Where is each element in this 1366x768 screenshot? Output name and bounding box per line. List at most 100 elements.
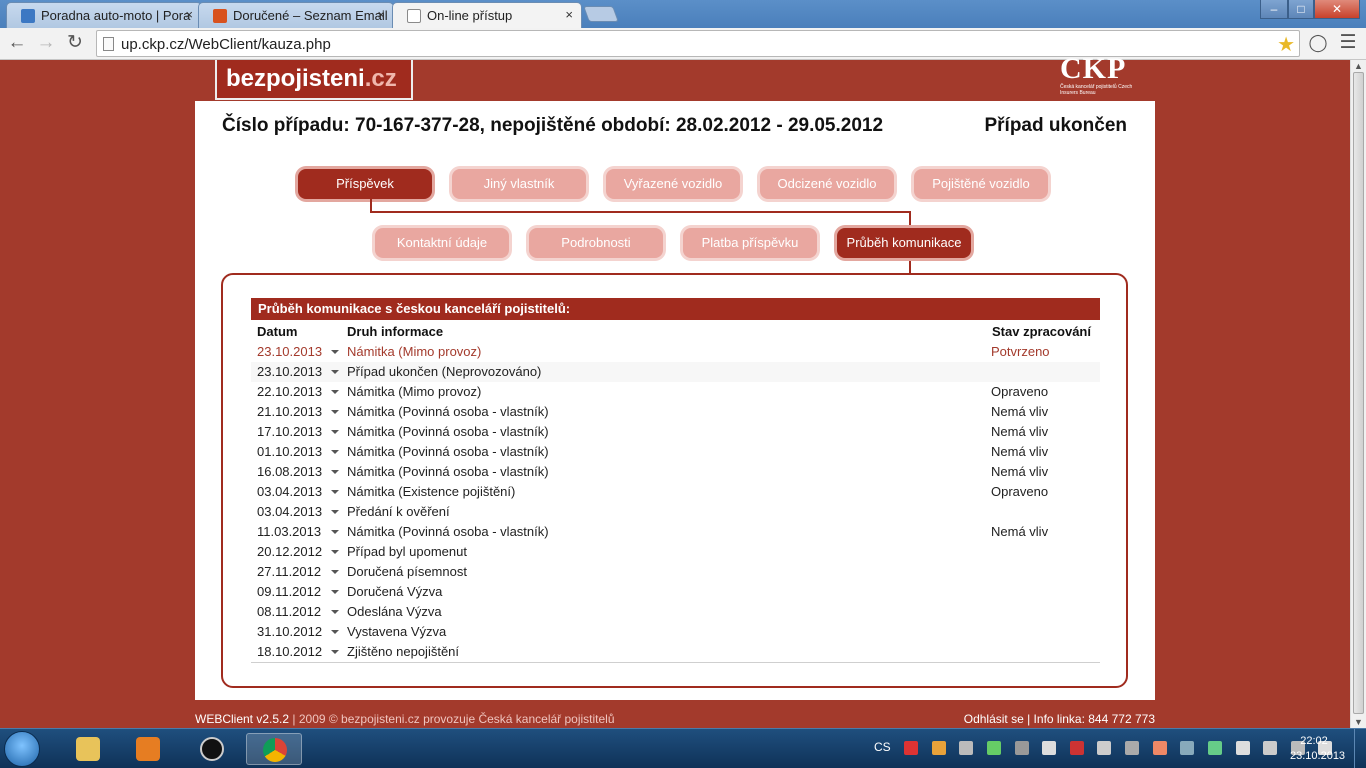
forward-arrow-icon[interactable]: → bbox=[34, 32, 58, 56]
browser-tab-poradna[interactable]: Poradna auto-moto | Pora × bbox=[6, 2, 202, 28]
expand-caret-icon[interactable] bbox=[331, 530, 339, 534]
bookmark-star-icon[interactable]: ★ bbox=[1277, 32, 1295, 57]
row-state: Nemá vliv bbox=[991, 404, 1049, 419]
tab-close-icon[interactable]: × bbox=[185, 7, 193, 22]
tab-podrobnosti[interactable]: Podrobnosti bbox=[529, 228, 663, 258]
row-type: Námitka (Povinná osoba - vlastník) bbox=[347, 424, 549, 439]
tab-platba-prispevku[interactable]: Platba příspěvku bbox=[683, 228, 817, 258]
browser-tab-email[interactable]: Doručené – Seznam Email × bbox=[198, 2, 394, 28]
table-row[interactable]: 22.10.2013 Námitka (Mimo provoz) Opraveno bbox=[251, 382, 1100, 402]
minimize-button[interactable]: ‒ bbox=[1260, 0, 1288, 19]
page-icon bbox=[103, 37, 114, 51]
media-player-icon bbox=[136, 737, 160, 761]
show-desktop-button[interactable] bbox=[1354, 729, 1366, 768]
expand-caret-icon[interactable] bbox=[331, 510, 339, 514]
table-row[interactable]: 21.10.2013 Námitka (Povinná osoba - vlast… bbox=[251, 402, 1100, 422]
table-row[interactable]: 20.12.2012 Případ byl upomenut bbox=[251, 542, 1100, 562]
table-row[interactable]: 23.10.2013 Námitka (Mimo provoz) Potvrzeno bbox=[251, 342, 1100, 362]
url-text[interactable]: up.ckp.cz/WebClient/kauza.php bbox=[121, 36, 331, 53]
taskbar-media-player[interactable] bbox=[120, 733, 176, 765]
scrollbar-thumb[interactable] bbox=[1353, 72, 1364, 714]
communication-panel: Průběh komunikace s českou kanceláří poj… bbox=[221, 273, 1128, 688]
taskbar-hp[interactable] bbox=[184, 733, 240, 765]
reload-icon[interactable]: ↻ bbox=[63, 32, 87, 56]
expand-caret-icon[interactable] bbox=[331, 410, 339, 414]
table-row[interactable]: 23.10.2013 Případ ukončen (Neprovozováno) bbox=[251, 362, 1100, 382]
row-date: 21.10.2013 bbox=[257, 404, 323, 419]
scroll-down-icon[interactable]: ▼ bbox=[1354, 717, 1363, 727]
tab-prispevek[interactable]: Příspěvek bbox=[298, 169, 432, 199]
vertical-scrollbar[interactable]: ▲ ▼ bbox=[1350, 60, 1366, 728]
network-icon[interactable] bbox=[986, 741, 1001, 755]
language-indicator[interactable]: CS bbox=[874, 740, 891, 754]
row-date: 11.03.2013 bbox=[257, 524, 322, 539]
hotline-text: | Info linka: 844 772 773 bbox=[1027, 712, 1155, 726]
table-row[interactable]: 18.10.2012 Zjištěno nepojištění bbox=[251, 642, 1100, 662]
tab-close-icon[interactable]: × bbox=[377, 7, 385, 22]
volume-icon[interactable] bbox=[1263, 741, 1278, 755]
table-row[interactable]: 17.10.2013 Námitka (Povinná osoba - vlast… bbox=[251, 422, 1100, 442]
expand-caret-icon[interactable] bbox=[331, 630, 339, 634]
new-tab-button[interactable] bbox=[583, 6, 619, 22]
start-button[interactable] bbox=[4, 731, 40, 767]
tray-app-icon[interactable] bbox=[1069, 741, 1084, 755]
acrobat-icon[interactable] bbox=[904, 741, 918, 755]
maximize-button[interactable]: □ bbox=[1288, 0, 1314, 19]
table-row[interactable]: 03.04.2013 Námitka (Existence pojištění) O… bbox=[251, 482, 1100, 502]
row-state: Nemá vliv bbox=[991, 464, 1049, 479]
expand-caret-icon[interactable] bbox=[331, 370, 339, 374]
menu-icon[interactable]: ☰ bbox=[1336, 32, 1360, 56]
expand-caret-icon[interactable] bbox=[331, 590, 339, 594]
expand-caret-icon[interactable] bbox=[331, 650, 339, 654]
table-row[interactable]: 16.08.2013 Námitka (Povinná osoba - vlast… bbox=[251, 462, 1100, 482]
tray-app-icon[interactable] bbox=[1125, 741, 1139, 755]
table-row[interactable]: 01.10.2013 Námitka (Povinná osoba - vlast… bbox=[251, 442, 1100, 462]
table-row[interactable]: 08.11.2012 Odeslána Výzva bbox=[251, 602, 1100, 622]
expand-caret-icon[interactable] bbox=[331, 350, 339, 354]
expand-caret-icon[interactable] bbox=[331, 390, 339, 394]
logout-link[interactable]: Odhlásit se bbox=[964, 712, 1024, 726]
expand-caret-icon[interactable] bbox=[331, 570, 339, 574]
expand-caret-icon[interactable] bbox=[331, 490, 339, 494]
browser-tab-strip: Poradna auto-moto | Pora × Doručené – Se… bbox=[0, 0, 1366, 28]
tab-jiny-vlastnik[interactable]: Jiný vlastník bbox=[452, 169, 586, 199]
extension-icon[interactable]: ◯ bbox=[1306, 32, 1330, 56]
flag-icon[interactable] bbox=[1235, 741, 1250, 755]
tray-app-icon[interactable] bbox=[931, 741, 946, 755]
site-logo[interactable]: bezpojisteni.cz bbox=[215, 60, 413, 100]
expand-caret-icon[interactable] bbox=[331, 450, 339, 454]
tab-pojistene-vozidlo[interactable]: Pojištěné vozidlo bbox=[914, 169, 1048, 199]
tray-app-icon[interactable] bbox=[959, 741, 974, 755]
expand-caret-icon[interactable] bbox=[331, 430, 339, 434]
table-row[interactable]: 31.10.2012 Vystavena Výzva bbox=[251, 622, 1100, 642]
table-row[interactable]: 09.11.2012 Doručená Výzva bbox=[251, 582, 1100, 602]
browser-toolbar: ← → ↻ up.ckp.cz/WebClient/kauza.php ★ ◯ … bbox=[0, 28, 1366, 60]
tab-vyrazene-vozidlo[interactable]: Vyřazené vozidlo bbox=[606, 169, 740, 199]
back-arrow-icon[interactable]: ← bbox=[5, 32, 29, 56]
tab-kontaktni-udaje[interactable]: Kontaktní údaje bbox=[375, 228, 509, 258]
taskbar-chrome[interactable] bbox=[246, 733, 302, 765]
browser-tab-online[interactable]: On-line přístup × bbox=[392, 2, 582, 28]
expand-caret-icon[interactable] bbox=[331, 610, 339, 614]
table-row[interactable]: 03.04.2013 Předání k ověření bbox=[251, 502, 1100, 522]
expand-caret-icon[interactable] bbox=[331, 550, 339, 554]
scroll-up-icon[interactable]: ▲ bbox=[1354, 61, 1363, 71]
bluetooth-icon[interactable] bbox=[1180, 741, 1195, 755]
tab-prubeh-komunikace[interactable]: Průběh komunikace bbox=[837, 228, 971, 258]
tab-odcizene-vozidlo[interactable]: Odcizené vozidlo bbox=[760, 169, 894, 199]
close-window-button[interactable]: ✕ bbox=[1314, 0, 1360, 19]
tray-app-icon[interactable] bbox=[1207, 741, 1222, 755]
clock[interactable]: 22:02 23.10.2013 bbox=[1290, 734, 1345, 764]
taskbar-explorer[interactable] bbox=[60, 733, 116, 765]
page-body: bezpojisteni.cz CKP Česká kancelář pojis… bbox=[0, 52, 1350, 728]
site-favicon-icon bbox=[21, 9, 35, 23]
tray-app-icon[interactable] bbox=[1042, 741, 1057, 755]
table-row[interactable]: 11.03.2013 Námitka (Povinná osoba - vlast… bbox=[251, 522, 1100, 542]
tray-app-icon[interactable] bbox=[1014, 741, 1029, 755]
expand-caret-icon[interactable] bbox=[331, 470, 339, 474]
tray-app-icon[interactable] bbox=[1152, 741, 1167, 755]
row-date: 03.04.2013 bbox=[257, 504, 323, 519]
tray-app-icon[interactable] bbox=[1097, 741, 1112, 755]
tab-close-icon[interactable]: × bbox=[565, 7, 573, 22]
table-row[interactable]: 27.11.2012 Doručená písemnost bbox=[251, 562, 1100, 582]
